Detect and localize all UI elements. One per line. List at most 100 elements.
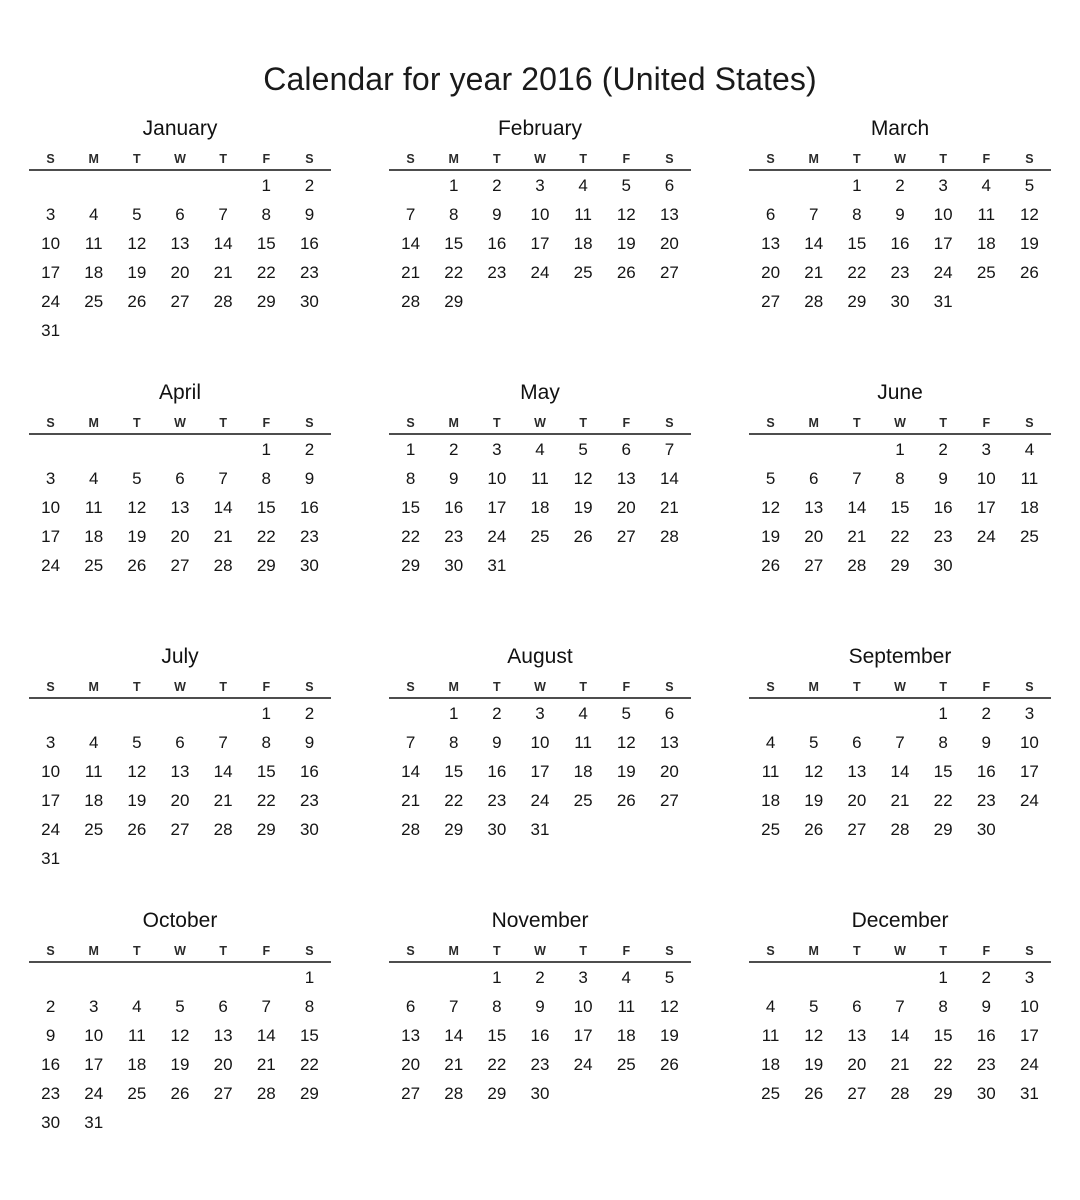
day-cell[interactable]: 15	[245, 229, 288, 258]
day-cell[interactable]: 7	[432, 992, 475, 1021]
day-cell[interactable]: 4	[518, 434, 561, 464]
day-cell[interactable]: 9	[965, 992, 1008, 1021]
day-cell[interactable]: 1	[475, 962, 518, 992]
day-cell[interactable]: 22	[922, 786, 965, 815]
day-cell[interactable]: 25	[562, 786, 605, 815]
day-cell[interactable]: 20	[158, 522, 201, 551]
day-cell[interactable]: 11	[72, 493, 115, 522]
day-cell[interactable]: 24	[562, 1050, 605, 1079]
day-cell[interactable]: 9	[288, 200, 331, 229]
day-cell[interactable]: 22	[432, 786, 475, 815]
day-cell[interactable]: 25	[72, 815, 115, 844]
day-cell[interactable]: 11	[1008, 464, 1051, 493]
day-cell[interactable]: 18	[562, 229, 605, 258]
day-cell[interactable]: 24	[518, 258, 561, 287]
day-cell[interactable]: 10	[29, 757, 72, 786]
day-cell[interactable]: 4	[749, 728, 792, 757]
day-cell[interactable]: 4	[72, 728, 115, 757]
day-cell[interactable]: 14	[202, 229, 245, 258]
day-cell[interactable]: 17	[475, 493, 518, 522]
day-cell[interactable]: 12	[648, 992, 691, 1021]
day-cell[interactable]: 5	[749, 464, 792, 493]
day-cell[interactable]: 1	[389, 434, 432, 464]
day-cell[interactable]: 16	[432, 493, 475, 522]
day-cell[interactable]: 30	[432, 551, 475, 580]
day-cell[interactable]: 27	[158, 287, 201, 316]
day-cell[interactable]: 15	[922, 1021, 965, 1050]
day-cell[interactable]: 1	[432, 170, 475, 200]
day-cell[interactable]: 7	[202, 464, 245, 493]
day-cell[interactable]: 25	[749, 815, 792, 844]
day-cell[interactable]: 2	[288, 434, 331, 464]
day-cell[interactable]: 17	[518, 757, 561, 786]
day-cell[interactable]: 23	[965, 1050, 1008, 1079]
day-cell[interactable]: 17	[72, 1050, 115, 1079]
day-cell[interactable]: 8	[245, 728, 288, 757]
day-cell[interactable]: 19	[115, 786, 158, 815]
day-cell[interactable]: 31	[29, 844, 72, 873]
day-cell[interactable]: 3	[1008, 962, 1051, 992]
day-cell[interactable]: 30	[288, 287, 331, 316]
day-cell[interactable]: 21	[202, 786, 245, 815]
day-cell[interactable]: 31	[518, 815, 561, 844]
day-cell[interactable]: 12	[1008, 200, 1051, 229]
day-cell[interactable]: 11	[749, 757, 792, 786]
day-cell[interactable]: 14	[648, 464, 691, 493]
day-cell[interactable]: 20	[158, 786, 201, 815]
day-cell[interactable]: 10	[29, 493, 72, 522]
day-cell[interactable]: 21	[835, 522, 878, 551]
day-cell[interactable]: 29	[878, 551, 921, 580]
day-cell[interactable]: 18	[749, 786, 792, 815]
day-cell[interactable]: 21	[202, 522, 245, 551]
day-cell[interactable]: 22	[922, 1050, 965, 1079]
day-cell[interactable]: 30	[965, 815, 1008, 844]
day-cell[interactable]: 6	[202, 992, 245, 1021]
day-cell[interactable]: 7	[878, 728, 921, 757]
day-cell[interactable]: 25	[518, 522, 561, 551]
day-cell[interactable]: 4	[1008, 434, 1051, 464]
day-cell[interactable]: 28	[835, 551, 878, 580]
day-cell[interactable]: 8	[922, 992, 965, 1021]
day-cell[interactable]: 6	[648, 170, 691, 200]
day-cell[interactable]: 15	[835, 229, 878, 258]
day-cell[interactable]: 6	[835, 728, 878, 757]
day-cell[interactable]: 11	[605, 992, 648, 1021]
day-cell[interactable]: 9	[29, 1021, 72, 1050]
day-cell[interactable]: 6	[605, 434, 648, 464]
day-cell[interactable]: 28	[792, 287, 835, 316]
day-cell[interactable]: 18	[965, 229, 1008, 258]
day-cell[interactable]: 20	[792, 522, 835, 551]
day-cell[interactable]: 21	[245, 1050, 288, 1079]
day-cell[interactable]: 8	[245, 200, 288, 229]
day-cell[interactable]: 27	[158, 815, 201, 844]
day-cell[interactable]: 30	[922, 551, 965, 580]
day-cell[interactable]: 16	[965, 757, 1008, 786]
day-cell[interactable]: 12	[792, 1021, 835, 1050]
day-cell[interactable]: 13	[202, 1021, 245, 1050]
day-cell[interactable]: 16	[288, 493, 331, 522]
day-cell[interactable]: 14	[878, 1021, 921, 1050]
day-cell[interactable]: 19	[605, 229, 648, 258]
day-cell[interactable]: 25	[605, 1050, 648, 1079]
day-cell[interactable]: 27	[202, 1079, 245, 1108]
day-cell[interactable]: 14	[878, 757, 921, 786]
day-cell[interactable]: 26	[115, 551, 158, 580]
day-cell[interactable]: 11	[72, 757, 115, 786]
day-cell[interactable]: 24	[965, 522, 1008, 551]
day-cell[interactable]: 6	[792, 464, 835, 493]
day-cell[interactable]: 21	[389, 786, 432, 815]
day-cell[interactable]: 22	[245, 522, 288, 551]
day-cell[interactable]: 1	[432, 698, 475, 728]
day-cell[interactable]: 6	[648, 698, 691, 728]
day-cell[interactable]: 25	[72, 287, 115, 316]
day-cell[interactable]: 13	[158, 757, 201, 786]
day-cell[interactable]: 16	[288, 229, 331, 258]
day-cell[interactable]: 23	[432, 522, 475, 551]
day-cell[interactable]: 5	[1008, 170, 1051, 200]
day-cell[interactable]: 27	[158, 551, 201, 580]
day-cell[interactable]: 16	[878, 229, 921, 258]
day-cell[interactable]: 29	[389, 551, 432, 580]
day-cell[interactable]: 13	[648, 728, 691, 757]
day-cell[interactable]: 28	[389, 287, 432, 316]
day-cell[interactable]: 20	[389, 1050, 432, 1079]
